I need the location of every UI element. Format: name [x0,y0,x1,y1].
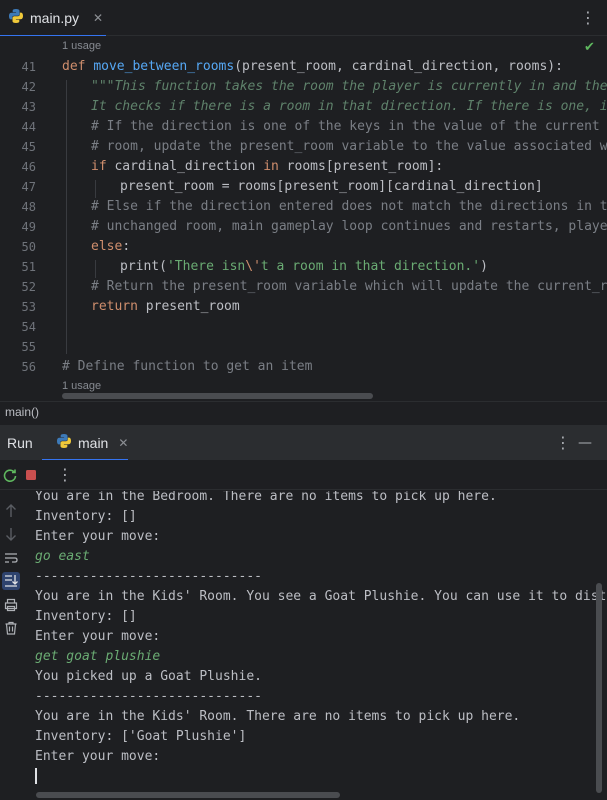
indent-guide [95,180,96,198]
stop-icon[interactable] [21,465,41,485]
string-literal: t a room in that direction.' [260,259,481,274]
console-side-toolbar [0,491,22,800]
line-number: 52 [21,280,36,294]
console-line: Inventory: [] [35,609,137,624]
line-number: 55 [21,340,36,354]
horizontal-scrollbar[interactable] [36,792,340,798]
code-text: present_room [137,299,240,314]
console-user-input: go east [35,549,90,564]
line-number: 53 [21,300,36,314]
run-tool-window-header: Run main ✕ ⋮ — [0,424,607,461]
run-console-output[interactable]: You are in the Bedroom. There are no ite… [22,491,607,800]
keyword: def [62,59,94,74]
comment-line: # room, update the present_room variable… [91,139,607,154]
down-arrow-icon[interactable] [2,525,20,543]
editor-tab-bar: main.py ✕ ⋮ [0,0,607,37]
code-line: else: [91,239,130,254]
usage-hint[interactable]: 1 usage [62,380,101,392]
checkmark-icon: ✔ [584,40,595,55]
horizontal-scrollbar[interactable] [62,393,373,399]
line-number: 56 [21,360,36,374]
keyword: if [91,159,115,174]
code-text: : [122,239,131,254]
python-file-icon [8,8,24,28]
line-number: 42 [21,80,36,94]
keyword: else [91,239,123,254]
scroll-to-end-icon[interactable] [2,572,20,590]
indent-guide [66,80,67,354]
vertical-scrollbar[interactable] [596,583,602,793]
line-number: 48 [21,200,36,214]
minimize-icon[interactable]: — [578,435,592,451]
code-line: if cardinal_direction in rooms[present_r… [91,159,443,174]
console-line: You are in the Bedroom. There are no ite… [35,491,497,504]
editor-tab-main-py[interactable]: main.py ✕ [0,0,106,37]
breadcrumb[interactable]: main() [0,401,607,423]
comment-line: # unchanged room, main gameplay loop con… [91,219,607,234]
line-number: 49 [21,220,36,234]
code-editor[interactable]: ✔ 1 usage 41 42 43 44 45 46 47 48 49 50 … [0,36,607,401]
line-number: 41 [21,60,36,74]
line-number: 45 [21,140,36,154]
line-number: 46 [21,160,36,174]
indent-guide [95,260,96,278]
line-number: 43 [21,100,36,114]
function-name: move_between_rooms [93,59,235,74]
comment-line: # Return the present_room variable which… [91,279,607,294]
string-literal: 'There isn [166,259,246,274]
run-window-title: Run [7,435,33,451]
comment-line: # If the direction is one of the keys in… [91,119,607,134]
code-line: print('There isn\'t a room in that direc… [120,259,488,274]
soft-wrap-icon[interactable] [2,549,20,567]
run-tab-main[interactable]: main ✕ [42,425,128,461]
console-line: Inventory: [] [35,509,137,524]
run-toolbar: ⋮ [0,460,607,490]
line-number: 50 [21,240,36,254]
console-user-input: get goat plushie [35,649,161,664]
escape-sequence: \' [245,259,261,274]
usage-hint[interactable]: 1 usage [62,40,101,52]
code-line: return present_room [91,299,240,314]
console-line: Enter your move: [35,629,161,644]
input-caret[interactable] [35,768,37,784]
up-arrow-icon[interactable] [2,502,20,520]
console-line: You are in the Kids' Room. There are no … [35,709,521,724]
trash-icon[interactable] [2,619,20,637]
keyword: return [91,299,138,314]
code-text: rooms[present_room]: [278,159,444,174]
python-file-icon [56,433,72,453]
code-line: present_room = rooms[present_room][cardi… [120,179,543,194]
docstring-line: It checks if there is a room in that dir… [91,99,607,114]
line-number: 54 [21,320,36,334]
line-number: 44 [21,120,36,134]
console-line: You picked up a Goat Plushie. [35,669,262,684]
builtin-call: print( [120,259,167,274]
console-line: Enter your move: [35,749,161,764]
console-separator: ----------------------------- [35,569,262,584]
print-icon[interactable] [2,596,20,614]
console-line: Inventory: ['Goat Plushie'] [35,729,247,744]
close-icon[interactable]: ✕ [118,436,128,450]
console-line: You are in the Kids' Room. You see a Goa… [35,589,607,604]
code-line: def move_between_rooms(present_room, car… [62,59,563,74]
code-text: cardinal_direction [114,159,264,174]
code-text: (present_room, cardinal_direction, rooms… [234,59,563,74]
comment-line: # Else if the direction entered does not… [91,199,607,214]
close-icon[interactable]: ✕ [93,11,103,25]
comment-line: # Define function to get an item [62,359,313,374]
more-options-icon[interactable]: ⋮ [555,435,571,451]
console-line: Enter your move: [35,529,161,544]
more-options-icon[interactable]: ⋮ [57,467,73,483]
keyword: in [263,159,279,174]
editor-tab-label: main.py [30,10,80,26]
docstring-line: """This function takes the room the play… [91,79,607,94]
console-separator: ----------------------------- [35,689,262,704]
run-tab-label: main [78,435,109,451]
more-options-icon[interactable]: ⋮ [580,10,596,26]
code-text: ) [480,259,488,274]
line-number: 47 [21,180,36,194]
rerun-icon[interactable] [0,465,20,485]
line-number: 51 [21,260,36,274]
